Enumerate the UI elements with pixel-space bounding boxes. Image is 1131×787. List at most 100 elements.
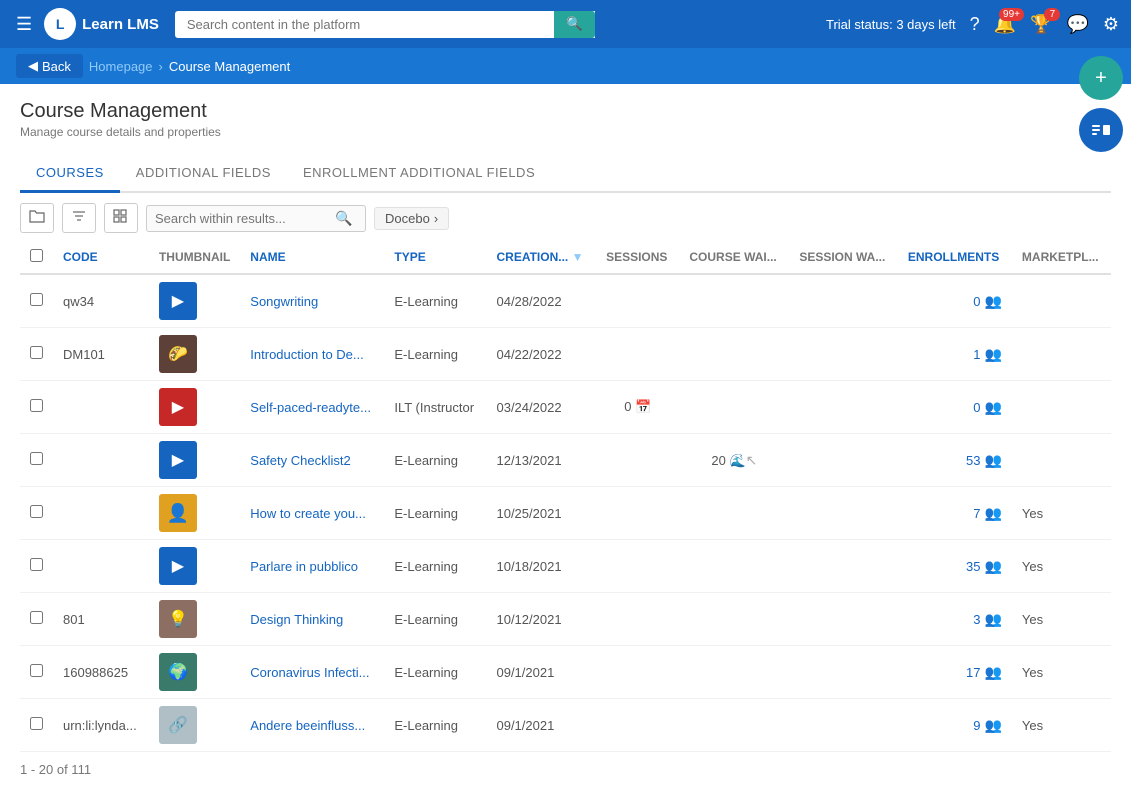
row-enrollments: 0 👥 [898,381,1012,434]
row-checkbox-cell [20,274,53,328]
col-header-enrollments[interactable]: ENROLLMENTS [898,241,1012,274]
col-header-type[interactable]: TYPE [384,241,486,274]
row-thumbnail: 🌍 [149,646,240,699]
row-type: E-Learning [384,540,486,593]
row-checkbox[interactable] [30,399,43,412]
breadcrumb-separator: › [159,59,163,74]
docebo-filter-tag[interactable]: Docebo › [374,207,449,230]
course-name-link[interactable]: Self-paced-readyte... [250,400,371,415]
row-code [53,487,149,540]
row-creation: 09/1/2021 [486,646,596,699]
row-code: qw34 [53,274,149,328]
logo-circle: L [44,8,76,40]
row-course-wai [679,540,789,593]
rewards-icon[interactable]: 🏆7 [1030,14,1052,35]
search-input[interactable] [175,11,595,38]
row-code: 160988625 [53,646,149,699]
table-search-input[interactable] [155,211,335,226]
row-code: DM101 [53,328,149,381]
row-code [53,434,149,487]
filter-icon-button[interactable] [62,203,96,233]
col-header-creation[interactable]: CREATION... ▼ [486,241,596,274]
course-name-link[interactable]: Design Thinking [250,612,343,627]
tab-enrollment-additional-fields[interactable]: ENROLLMENT ADDITIONAL FIELDS [287,155,551,193]
row-sessions [596,699,679,752]
row-course-wai: 20 🌊↖ [679,434,789,487]
table-row: ▶ Self-paced-readyte... ILT (Instructor … [20,381,1111,434]
course-name-link[interactable]: Safety Checklist2 [250,453,350,468]
col-header-name[interactable]: NAME [240,241,384,274]
row-checkbox[interactable] [30,452,43,465]
table-row: 👤 How to create you... E-Learning 10/25/… [20,487,1111,540]
row-thumbnail: ▶ [149,381,240,434]
row-checkbox[interactable] [30,717,43,730]
messages-icon[interactable]: 💬 [1066,14,1088,35]
notifications-icon[interactable]: 🔔99+ [994,14,1016,35]
row-marketplace: Yes [1012,646,1111,699]
row-session-wa [789,274,898,328]
search-button[interactable]: 🔍 [554,11,595,38]
table-row: ▶ Parlare in pubblico E-Learning 10/18/2… [20,540,1111,593]
row-enrollments: 7 👥 [898,487,1012,540]
add-fab-button[interactable]: + [1079,56,1123,100]
row-thumbnail: ▶ [149,274,240,328]
row-session-wa [789,381,898,434]
table-row: urn:li:lynda... 🔗 Andere beeinfluss... E… [20,699,1111,752]
row-creation: 10/12/2021 [486,593,596,646]
page-content: Course Management Manage course details … [0,84,1131,787]
row-checkbox[interactable] [30,505,43,518]
row-marketplace: Yes [1012,540,1111,593]
table-search-icon: 🔍 [335,210,352,227]
row-code: urn:li:lynda... [53,699,149,752]
col-header-course-wai: COURSE WAI... [679,241,789,274]
course-name-link[interactable]: Introduction to De... [250,347,363,362]
table-footer: 1 - 20 of 111 [20,752,1111,787]
row-code [53,540,149,593]
table-toolbar: 🔍 Docebo › [20,193,1111,241]
row-session-wa [789,540,898,593]
row-marketplace: Yes [1012,699,1111,752]
row-session-wa [789,487,898,540]
row-type: E-Learning [384,487,486,540]
course-name-link[interactable]: Parlare in pubblico [250,559,358,574]
row-marketplace [1012,274,1111,328]
col-header-code[interactable]: CODE [53,241,149,274]
row-thumbnail: 🌮 [149,328,240,381]
row-checkbox[interactable] [30,664,43,677]
row-checkbox-cell [20,646,53,699]
row-marketplace: Yes [1012,593,1111,646]
trial-status[interactable]: Trial status: 3 days left [826,17,956,32]
row-type: E-Learning [384,646,486,699]
breadcrumb-homepage[interactable]: Homepage [89,59,153,74]
back-button[interactable]: ◀ Back [16,54,83,78]
row-enrollments: 3 👥 [898,593,1012,646]
fab-area: + [1079,56,1123,152]
row-course-wai [679,274,789,328]
row-thumbnail: ▶ [149,540,240,593]
row-checkbox[interactable] [30,293,43,306]
row-creation: 12/13/2021 [486,434,596,487]
row-checkbox[interactable] [30,346,43,359]
course-name-link[interactable]: Coronavirus Infecti... [250,665,369,680]
tab-courses[interactable]: COURSES [20,155,120,193]
row-thumbnail: 👤 [149,487,240,540]
docebo-tag-chevron: › [434,211,438,226]
folder-icon-button[interactable] [20,203,54,233]
grid-icon-button[interactable] [104,203,138,233]
row-checkbox[interactable] [30,558,43,571]
row-name: Safety Checklist2 [240,434,384,487]
tab-additional-fields[interactable]: ADDITIONAL FIELDS [120,155,287,193]
user-view-fab-button[interactable] [1079,108,1123,152]
hamburger-icon[interactable]: ☰ [12,10,36,39]
row-checkbox[interactable] [30,611,43,624]
course-name-link[interactable]: Andere beeinfluss... [250,718,365,733]
col-header-sessions: SESSIONS [596,241,679,274]
settings-icon[interactable]: ⚙ [1103,14,1119,35]
course-name-link[interactable]: Songwriting [250,294,318,309]
row-creation: 10/25/2021 [486,487,596,540]
course-name-link[interactable]: How to create you... [250,506,366,521]
select-all-checkbox[interactable] [30,249,43,262]
row-creation: 04/28/2022 [486,274,596,328]
nav-right: Trial status: 3 days left ? 🔔99+ 🏆7 💬 ⚙ [826,14,1119,35]
help-icon[interactable]: ? [970,14,980,35]
